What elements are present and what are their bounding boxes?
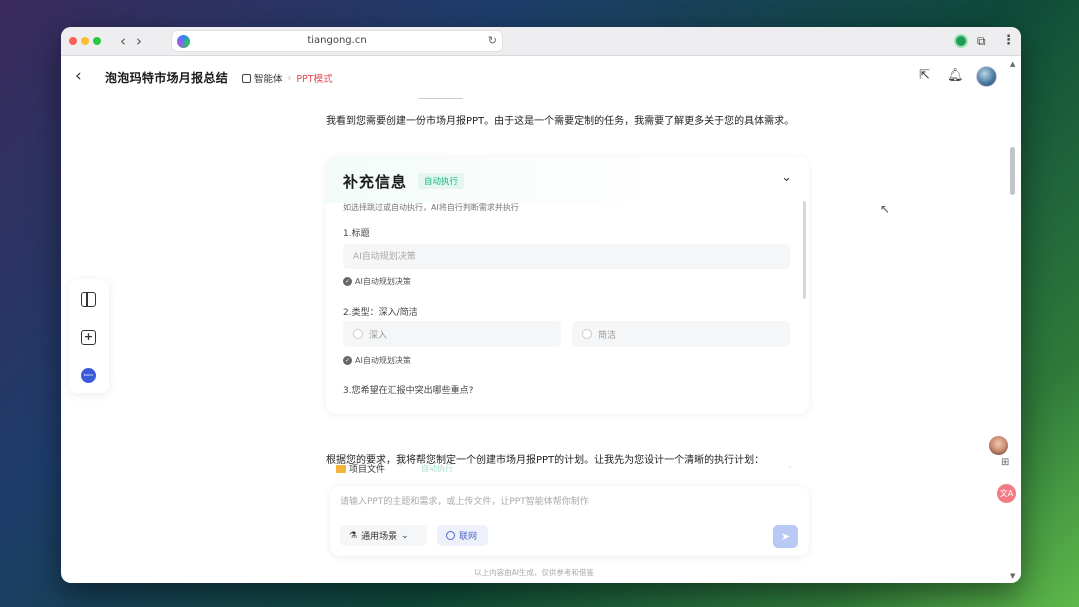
app-logo-icon[interactable]: BIOUS <box>81 368 96 383</box>
faded-chevron-icon: ⌄ <box>786 461 793 470</box>
option-brief-label: 简洁 <box>598 331 617 341</box>
browser-toolbar: ‹ › tiangong.cn ↻ ⧉ ⋮ <box>61 27 1021 56</box>
url-text: tiangong.cn <box>307 35 367 46</box>
avatar[interactable] <box>976 66 997 87</box>
divider <box>419 98 463 99</box>
back-button[interactable]: ‹ <box>75 66 82 86</box>
scroll-down-icon[interactable]: ▼ <box>1010 572 1015 580</box>
reload-icon[interactable]: ↻ <box>488 34 497 47</box>
option-deep[interactable]: 深入 <box>343 321 561 347</box>
ppt-mode-tag: PPT模式 <box>296 74 333 85</box>
ai-disclaimer: 以上内容由AI生成，仅供参考和借鉴 <box>474 568 594 577</box>
page-scrollbar[interactable]: ▲ ▼ <box>1007 57 1021 583</box>
card-title: 补充信息 <box>343 173 408 191</box>
folder-icon <box>336 464 346 473</box>
faded-tab-label: 自动执行 <box>421 464 453 473</box>
project-files-tab[interactable]: 项目文件 <box>336 462 385 475</box>
assistant-message: 我看到您需要创建一份市场月报PPT。由于这是一个需要定制的任务，我需要了解更多关… <box>326 116 795 127</box>
page-title: 泡泡玛特市场月报总结 <box>105 71 229 85</box>
agent-label[interactable]: 智能体 <box>254 71 283 85</box>
question-focus-label: 3.您希望在汇报中突出哪些重点? <box>343 386 474 396</box>
card-header[interactable]: 补充信息 自动执行 ⌄ <box>326 157 809 203</box>
question-title-label: 1.标题 <box>343 229 370 239</box>
address-bar[interactable]: tiangong.cn ↻ <box>171 30 503 52</box>
toggle-sidebar-icon[interactable] <box>81 292 96 307</box>
browser-menu-icon[interactable]: ⋮ <box>1002 34 1016 48</box>
browser-forward-button[interactable]: › <box>136 32 142 50</box>
composer: ⚗ 通用场景 ⌄ 联网 ➤ <box>330 486 809 556</box>
mouse-cursor-icon: ↖ <box>880 202 891 216</box>
robot-icon <box>242 73 251 83</box>
browser-window: ‹ › tiangong.cn ↻ ⧉ ⋮ ‹ 泡泡玛特市场月报总结 智能体 ›… <box>61 27 1021 583</box>
close-window-button[interactable] <box>69 37 77 45</box>
new-chat-icon[interactable]: + <box>81 330 96 345</box>
radio-icon <box>582 329 592 339</box>
project-files-label: 项目文件 <box>349 465 386 475</box>
composer-tabs: 项目文件 ☝ 自动执行 ⌄ <box>326 459 809 481</box>
chevron-down-icon[interactable]: ⌄ <box>781 170 792 185</box>
ai-decision-check[interactable]: ✓ AI自动规划决策 <box>343 355 411 366</box>
card-scrollbar[interactable] <box>803 201 806 299</box>
radio-icon <box>353 329 363 339</box>
translate-icon[interactable]: 文A <box>997 484 1016 503</box>
check-icon: ✓ <box>343 356 352 365</box>
scroll-thumb[interactable] <box>1010 147 1015 195</box>
left-toolbar: + BIOUS <box>69 279 109 393</box>
send-button[interactable]: ➤ <box>773 525 798 548</box>
ai-decision-label: AI自动规划决策 <box>355 356 411 365</box>
hand-icon[interactable]: ☝ <box>397 459 402 469</box>
globe-icon <box>446 531 455 540</box>
ai-decision-check[interactable]: ✓ AI自动规划决策 <box>343 276 411 287</box>
scene-icon: ⚗ <box>349 530 358 541</box>
browser-back-button[interactable]: ‹ <box>120 32 126 50</box>
extensions-puzzle-icon[interactable]: ⧉ <box>977 34 991 48</box>
prompt-input[interactable] <box>340 494 770 510</box>
title-input[interactable] <box>343 244 790 269</box>
app-header: ‹ 泡泡玛特市场月报总结 智能体 › PPT模式 ⇱ 🔔︎ <box>61 57 1007 97</box>
scene-select[interactable]: ⚗ 通用场景 ⌄ <box>340 525 427 546</box>
breadcrumb: 智能体 › PPT模式 <box>242 71 333 85</box>
send-icon: ➤ <box>780 530 791 543</box>
web-search-label: 联网 <box>459 532 478 542</box>
card-hint: 如选择跳过或自动执行，AI将自行判断需求并执行 <box>343 203 519 212</box>
check-icon: ✓ <box>343 277 352 286</box>
assistant-avatar[interactable] <box>989 436 1008 455</box>
supplement-info-card: 补充信息 自动执行 ⌄ 如选择跳过或自动执行，AI将自行判断需求并执行 1.标题… <box>326 157 809 414</box>
breadcrumb-separator: › <box>287 72 292 84</box>
extension-icon[interactable] <box>954 34 968 48</box>
minimize-window-button[interactable] <box>81 37 89 45</box>
web-search-toggle[interactable]: 联网 <box>437 525 488 546</box>
auto-execute-badge[interactable]: 自动执行 <box>418 173 465 189</box>
scene-label: 通用场景 <box>361 532 398 542</box>
scroll-up-icon[interactable]: ▲ <box>1010 60 1015 68</box>
grid-icon[interactable]: ⊞ <box>1001 457 1009 468</box>
question-type-label: 2.类型：深入/简洁 <box>343 308 418 318</box>
ai-decision-label: AI自动规划决策 <box>355 277 411 286</box>
share-icon[interactable]: ⇱ <box>919 68 930 83</box>
option-brief[interactable]: 简洁 <box>572 321 790 347</box>
chevron-down-icon: ⌄ <box>401 530 409 541</box>
maximize-window-button[interactable] <box>93 37 101 45</box>
bell-icon[interactable]: 🔔︎ <box>947 68 964 83</box>
option-deep-label: 深入 <box>369 331 388 341</box>
